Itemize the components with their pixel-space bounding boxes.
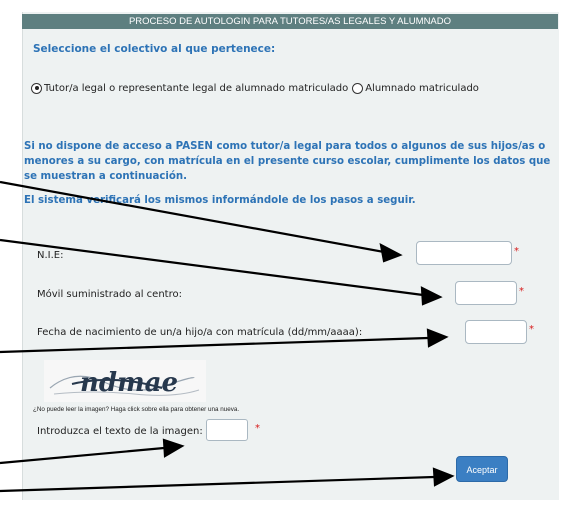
radio-tutor[interactable] xyxy=(31,82,42,94)
captcha-text: ndmae xyxy=(80,368,178,398)
birthdate-required-mark: * xyxy=(529,324,534,335)
nie-required-mark: * xyxy=(514,246,519,257)
birthdate-label: Fecha de nacimiento de un/a hijo/a con m… xyxy=(37,327,363,338)
mobile-label: Móvil suministrado al centro: xyxy=(37,289,182,300)
mobile-required-mark: * xyxy=(519,286,524,297)
captcha-input-label: Introduzca el texto de la imagen: xyxy=(37,426,203,437)
verify-text: El sistema verificará los mismos informá… xyxy=(24,195,416,206)
form-header: PROCESO DE AUTOLOGIN PARA TUTORES/AS LEG… xyxy=(22,14,558,29)
radio-alumnado[interactable] xyxy=(352,82,364,94)
nie-label: N.I.E: xyxy=(37,250,64,261)
captcha-help: ¿No puede leer la imagen? Haga click sob… xyxy=(33,406,240,413)
captcha-input[interactable] xyxy=(206,419,248,441)
birthdate-input[interactable] xyxy=(465,320,527,344)
radio-alumnado-label[interactable]: Alumnado matriculado xyxy=(365,83,479,94)
collective-title: Seleccione el colectivo al que pertenece… xyxy=(33,43,276,55)
radio-tutor-label[interactable]: Tutor/a legal o representante legal de a… xyxy=(44,83,348,94)
captcha-image[interactable]: ndmae xyxy=(44,360,206,402)
collective-options: Tutor/a legal o representante legal de a… xyxy=(31,80,483,96)
mobile-input[interactable] xyxy=(455,281,517,305)
captcha-required-mark: * xyxy=(255,423,260,434)
nie-input[interactable] xyxy=(416,241,512,265)
accept-button[interactable]: Aceptar xyxy=(456,456,508,482)
info-text: Si no dispone de acceso a PASEN como tut… xyxy=(24,141,551,182)
